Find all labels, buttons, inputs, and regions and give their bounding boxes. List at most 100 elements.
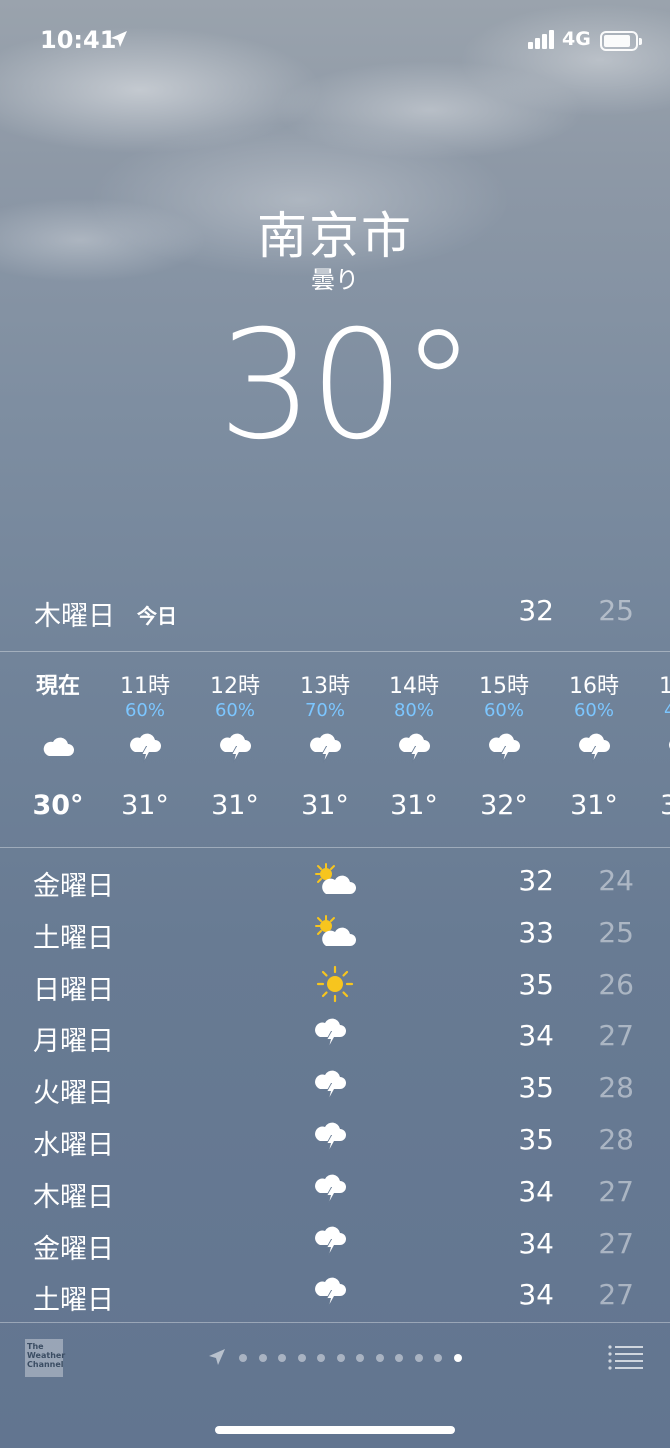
daily-row: 水曜日 35 28 — [0, 1115, 670, 1165]
page-dot[interactable] — [297, 1354, 306, 1362]
page-dot[interactable] — [258, 1354, 267, 1362]
today-tag: 今日 — [137, 604, 177, 628]
page-dot[interactable] — [356, 1354, 364, 1362]
day-low: 27 — [598, 1226, 634, 1260]
day-high: 35 — [518, 967, 554, 1001]
city-name: 南京市 — [257, 207, 413, 265]
hour-temperature: 31° — [570, 790, 618, 821]
thunderstorm-icon — [312, 1119, 358, 1159]
thunderstorm-icon — [307, 730, 343, 766]
day-name: 土曜日 — [33, 922, 114, 954]
day-high: 35 — [518, 1071, 554, 1105]
day-low: 27 — [598, 1019, 634, 1053]
daily-row: 火曜日 35 28 — [0, 1063, 670, 1113]
daily-row: 木曜日 34 27 — [0, 1167, 670, 1217]
page-dot[interactable] — [239, 1354, 247, 1362]
day-name: 木曜日 — [33, 1181, 114, 1213]
hour-temperature: 31° — [390, 790, 438, 821]
hour-label: 12時 — [210, 674, 260, 699]
thunderstorm-icon — [312, 1171, 358, 1211]
hour-label: 13時 — [300, 674, 350, 699]
status-time: 10:41 — [40, 26, 117, 54]
daily-row: 金曜日 34 27 — [0, 1219, 670, 1269]
day-name: 水曜日 — [33, 1130, 114, 1161]
home-indicator[interactable] — [215, 1426, 455, 1434]
day-high: 34 — [518, 1174, 554, 1208]
hour-temperature: 31° — [660, 790, 670, 821]
divider — [0, 847, 670, 848]
hour-temperature: 32° — [480, 790, 528, 821]
day-name: 月曜日 — [33, 1026, 114, 1058]
day-name: 火曜日 — [33, 1078, 114, 1110]
location-arrow-icon — [111, 31, 127, 47]
daily-row: 金曜日 32 24 — [0, 856, 670, 906]
hour-label: 現在 — [35, 674, 80, 699]
page-dot[interactable] — [375, 1354, 384, 1362]
daily-row: 月曜日 34 27 — [0, 1011, 670, 1061]
network-type: 4G — [562, 28, 591, 50]
day-name: 金曜日 — [33, 1233, 114, 1265]
hour-temperature: 30° — [32, 790, 84, 821]
page-dot[interactable] — [453, 1354, 462, 1362]
current-temperature: 30° — [218, 299, 476, 473]
city-list-icon[interactable] — [608, 1344, 644, 1370]
precipitation-chance: 40% — [663, 700, 670, 721]
page-dot[interactable] — [278, 1354, 286, 1362]
hour-label: 17時 — [659, 674, 670, 699]
day-high: 34 — [518, 1226, 554, 1260]
thunderstorm-icon — [312, 1015, 358, 1055]
day-low: 27 — [598, 1278, 634, 1312]
hourly-forecast-strip[interactable]: 現在 30° 11時 60% 31° 12時 60% 31° 13時 70% 31° 14時 80% 31… — [0, 652, 670, 847]
today-summary-row: 木曜日 今日 32 25 — [0, 590, 670, 634]
hour-label: 15時 — [479, 674, 529, 699]
day-high: 35 — [518, 1123, 554, 1156]
daily-row: 日曜日 35 26 — [0, 960, 670, 1010]
precipitation-chance: 80% — [393, 700, 434, 721]
day-low: 25 — [598, 915, 634, 949]
page-dot[interactable] — [434, 1354, 442, 1362]
thunderstorm-icon — [486, 730, 522, 766]
day-low: 28 — [598, 1123, 634, 1156]
precipitation-chance: 60% — [573, 700, 614, 721]
day-high: 32 — [518, 864, 554, 897]
thunderstorm-icon — [312, 1223, 358, 1263]
daily-row: 土曜日 33 25 — [0, 908, 670, 958]
battery-icon — [600, 31, 642, 51]
day-low: 27 — [598, 1174, 634, 1208]
thunderstorm-icon — [217, 730, 253, 766]
precipitation-chance: 60% — [124, 700, 165, 721]
thunderstorm-icon — [312, 1067, 358, 1107]
location-page-icon — [209, 1349, 225, 1365]
precipitation-chance: 70% — [304, 700, 345, 721]
thunderstorm-icon — [396, 730, 432, 766]
day-low: 24 — [598, 864, 634, 897]
page-dot[interactable] — [317, 1354, 325, 1362]
signal-strength-icon — [528, 30, 554, 49]
thunderstorm-icon — [576, 730, 612, 766]
current-condition: 曇り — [311, 266, 359, 294]
thunderstorm-icon — [312, 1274, 358, 1314]
hour-temperature: 31° — [301, 790, 349, 821]
footer-bar: The Weather Channel — [0, 1324, 670, 1394]
day-name: 金曜日 — [33, 871, 114, 902]
partly-sunny-icon — [312, 860, 358, 900]
sun-icon — [312, 964, 358, 1004]
thunderstorm-icon — [666, 730, 670, 766]
thunderstorm-icon — [127, 730, 163, 766]
divider — [0, 1322, 670, 1323]
today-high: 32 — [518, 594, 554, 627]
page-dot[interactable] — [336, 1354, 345, 1362]
page-dot[interactable] — [414, 1354, 423, 1362]
day-high: 34 — [518, 1019, 554, 1053]
hour-label: 14時 — [389, 674, 439, 699]
page-dot[interactable] — [395, 1354, 403, 1362]
precipitation-chance: 60% — [214, 700, 255, 721]
partly-sunny-icon — [312, 912, 358, 952]
today-day: 木曜日 — [34, 601, 115, 632]
day-low: 26 — [598, 967, 634, 1001]
weather-channel-logo[interactable]: The Weather Channel — [25, 1339, 65, 1377]
daily-row: 土曜日 34 27 — [0, 1270, 670, 1320]
hour-label: 11時 — [120, 674, 170, 699]
day-low: 28 — [598, 1071, 634, 1105]
day-high: 34 — [518, 1278, 554, 1312]
